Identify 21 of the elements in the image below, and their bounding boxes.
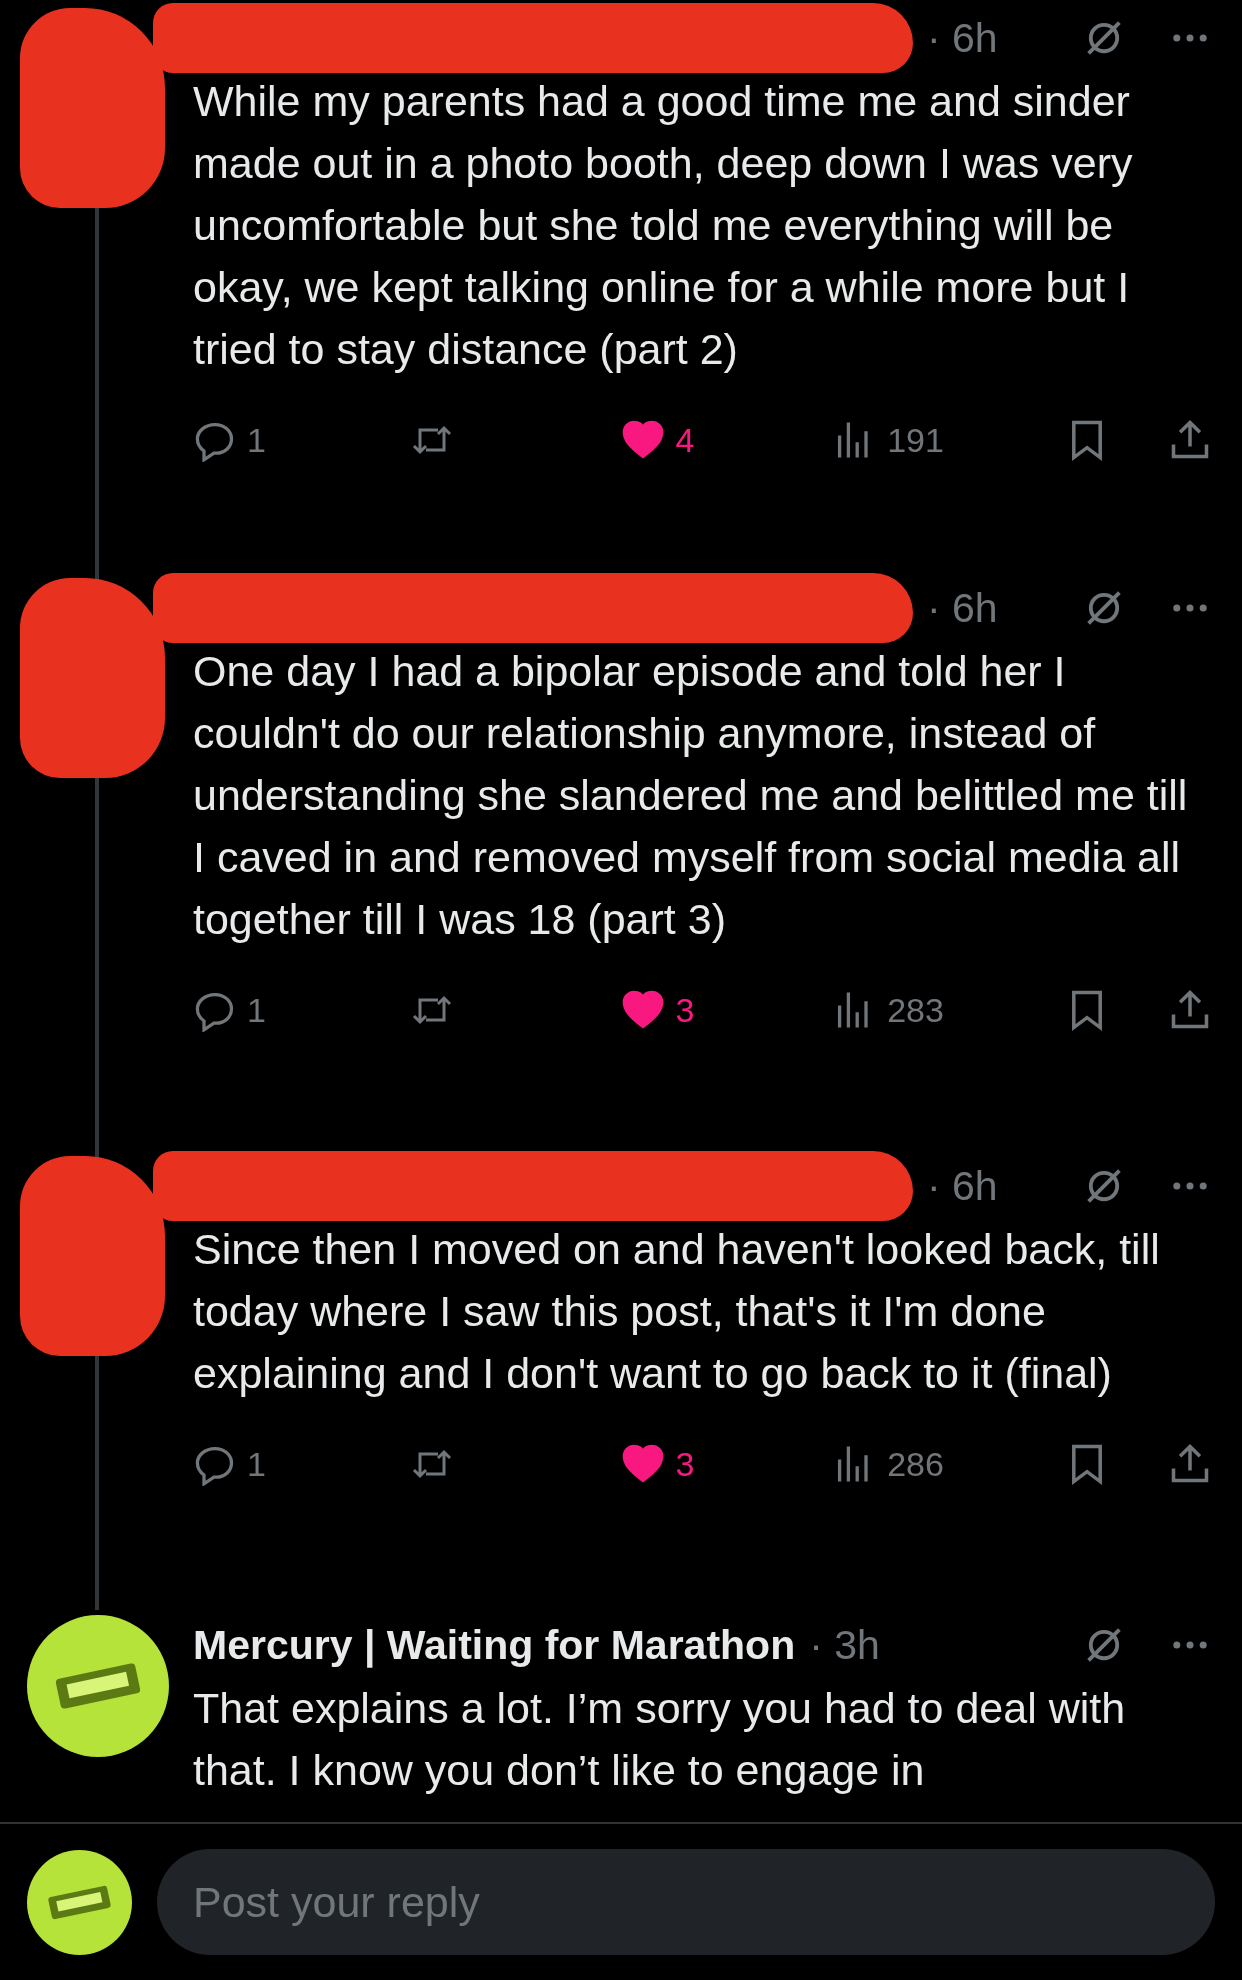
reply-count: 1 — [247, 1444, 266, 1484]
post-text: One day I had a bipolar episode and told her I couldn't do our relationship anymore, instead of understanding she slandered me and belittled me till I caved in and removed myself from social media all together till I was 18 (part 3) — [193, 646, 1189, 945]
timestamp: · 6h — [927, 14, 998, 62]
post-text: That explains a lot. I’m sorry you had to deal with that. I know you don’t like to engage in — [193, 1683, 1127, 1796]
post-text: Since then I moved on and haven't looked back, till today where I saw this post, that's it I'm done explaining and I don't want to go back to it (final) — [193, 1224, 1161, 1399]
view-count: 283 — [887, 990, 944, 1030]
avatar[interactable] — [27, 1849, 132, 1955]
like-count: 3 — [675, 1444, 695, 1484]
timestamp: · 6h — [927, 584, 998, 632]
reply-count: 1 — [247, 990, 266, 1030]
reply-count: 1 — [247, 420, 266, 460]
timestamp: · 6h — [927, 1162, 998, 1210]
like-count: 4 — [675, 420, 695, 460]
view-count: 286 — [887, 1444, 944, 1484]
post-text: While my parents had a good time me and sinder made out in a photo booth, deep down I was very uncomfortable but she told me everything will be okay, we kept talking online for a while more but I tried to stay distance (part 2) — [193, 76, 1134, 375]
reply-field[interactable]: Post your reply — [157, 1849, 1215, 1955]
timestamp: · 3h — [809, 1621, 880, 1669]
avatar[interactable] — [27, 1615, 169, 1757]
view-count: 191 — [887, 420, 944, 460]
author-name[interactable]: Mercury | Waiting for Marathon — [193, 1621, 796, 1669]
like-count: 3 — [675, 990, 695, 1030]
